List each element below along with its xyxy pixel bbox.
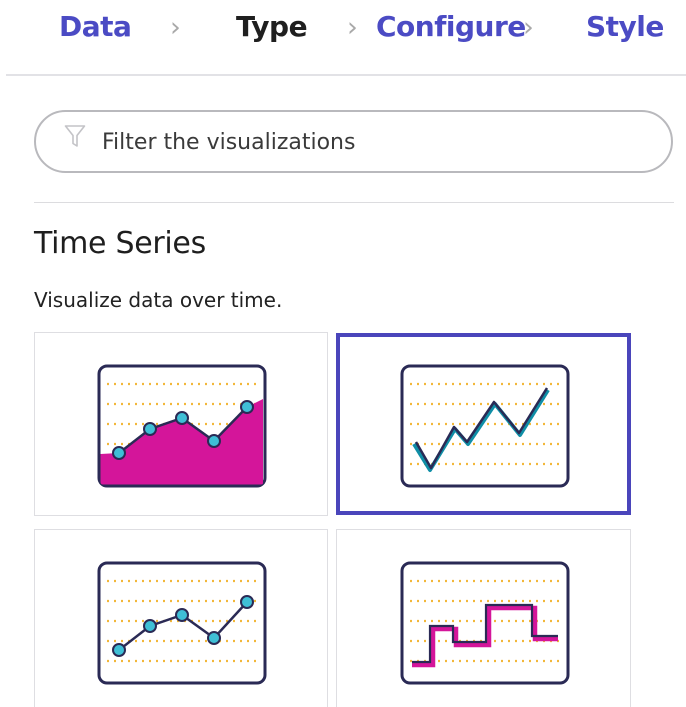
step-configure[interactable]: Configure <box>376 10 526 43</box>
wizard-steps: Data › Type › Configure › Style <box>0 0 686 58</box>
section-divider <box>34 202 674 203</box>
viz-tile-line[interactable] <box>336 333 631 515</box>
visualization-type-panel: Data › Type › Configure › Style Time Ser… <box>0 0 686 707</box>
section-title: Time Series <box>34 226 206 261</box>
filter-input[interactable] <box>102 124 662 160</box>
filter-field[interactable] <box>34 110 673 173</box>
funnel-icon <box>64 125 86 147</box>
chevron-right-icon: › <box>170 12 181 43</box>
step-type: Type <box>236 10 308 43</box>
viz-tile-line-points[interactable] <box>34 529 328 707</box>
chevron-right-icon: › <box>523 12 534 43</box>
line-chart-icon <box>400 364 570 488</box>
chevron-right-icon: › <box>347 12 358 43</box>
line-points-chart-icon <box>97 561 267 685</box>
section-description: Visualize data over time. <box>34 288 283 312</box>
viz-tile-step[interactable] <box>336 529 631 707</box>
viz-tile-area[interactable] <box>34 332 328 516</box>
header-divider <box>6 74 686 76</box>
step-data[interactable]: Data <box>59 10 132 43</box>
step-chart-icon <box>400 561 570 685</box>
step-style[interactable]: Style <box>586 10 664 43</box>
area-chart-icon <box>97 364 267 488</box>
